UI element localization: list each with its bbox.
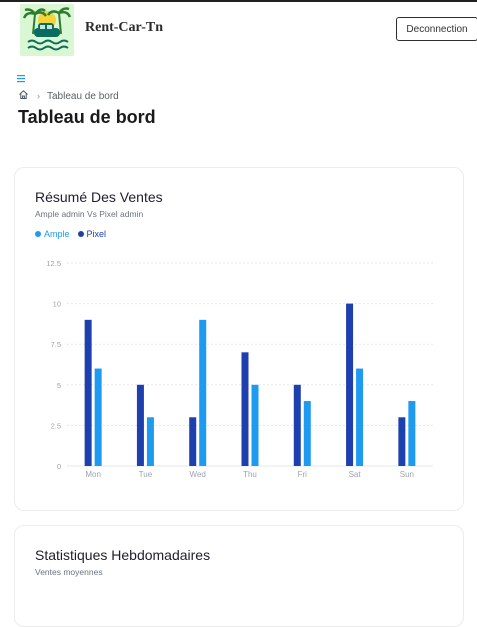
bar-ample-thu[interactable]	[251, 384, 259, 466]
weekly-card-title: Statistiques Hebdomadaires	[35, 547, 211, 563]
y-tick-label: 0	[57, 462, 61, 471]
breadcrumb-current: Tableau de bord	[47, 90, 119, 102]
sales-summary-card: Résumé Des Ventes Ample admin Vs Pixel a…	[14, 167, 464, 511]
bar-pixel-mon[interactable]	[84, 319, 92, 466]
x-tick-label: Thu	[243, 470, 257, 479]
top-header: Rent-Car-Tn Deconnection	[0, 2, 477, 60]
y-tick-label: 5	[57, 381, 61, 390]
bar-pixel-tue[interactable]	[136, 384, 144, 466]
car-palm-logo-icon	[20, 4, 74, 56]
bar-ample-sat[interactable]	[356, 368, 364, 466]
bar-pixel-sun[interactable]	[398, 417, 406, 466]
app-title: Rent-Car-Tn	[85, 20, 164, 35]
x-tick-label: Sun	[400, 470, 414, 479]
x-tick-label: Wed	[190, 470, 206, 479]
chevron-right-icon: ›	[37, 91, 40, 101]
y-tick-label: 7.5	[51, 340, 61, 349]
bar-pixel-thu[interactable]	[241, 352, 249, 466]
weekly-card-subtitle: Ventes moyennes	[35, 567, 103, 577]
bar-pixel-wed[interactable]	[189, 417, 197, 466]
bar-pixel-sat[interactable]	[346, 303, 354, 466]
bar-ample-fri[interactable]	[303, 401, 311, 466]
app-logo[interactable]	[20, 4, 74, 56]
bar-pixel-fri[interactable]	[293, 384, 301, 466]
breadcrumb: › Tableau de bord	[18, 89, 119, 103]
bar-ample-sun[interactable]	[408, 401, 416, 466]
y-tick-label: 10	[53, 300, 61, 309]
x-tick-label: Tue	[139, 470, 153, 479]
bar-ample-tue[interactable]	[146, 417, 154, 466]
x-tick-label: Mon	[85, 470, 101, 479]
bar-ample-wed[interactable]	[199, 319, 207, 466]
x-tick-label: Fri	[298, 470, 308, 479]
y-tick-label: 2.5	[51, 421, 61, 430]
weekly-stats-card: Statistiques Hebdomadaires Ventes moyenn…	[14, 525, 464, 627]
x-tick-label: Sat	[349, 470, 362, 479]
sales-bar-chart: 0 2.5 5 7.5 10 12.5 Mon Tue Wed Thu Fri Sat Sun	[46, 259, 433, 479]
hamburger-menu-icon[interactable]	[17, 70, 27, 83]
y-tick-label: 12.5	[46, 259, 61, 268]
page-title: Tableau de bord	[18, 107, 156, 127]
logout-button[interactable]: Deconnection	[396, 17, 477, 41]
bar-ample-mon[interactable]	[94, 368, 102, 466]
home-icon[interactable]	[18, 89, 29, 103]
